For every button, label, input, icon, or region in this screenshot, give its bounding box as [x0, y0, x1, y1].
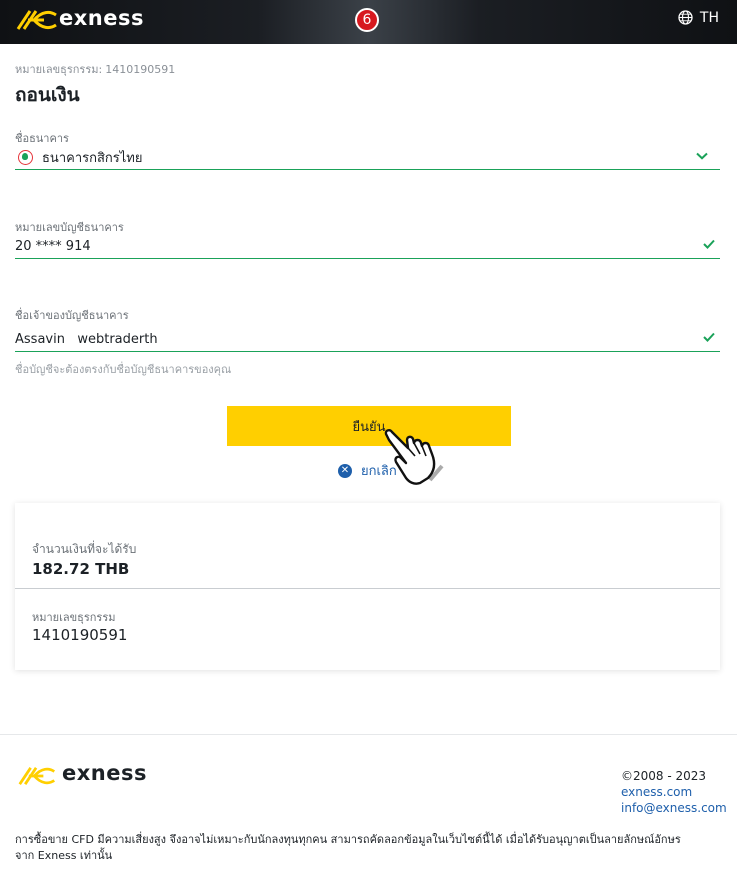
- bank-name-select[interactable]: ธนาคารกสิกรไทย: [15, 145, 720, 170]
- footer-divider: [0, 734, 737, 735]
- account-holder-value: Assavin webtraderth: [15, 331, 158, 347]
- transaction-id-value: 1410190591: [32, 626, 128, 644]
- account-number-value: 20 **** 914: [15, 238, 91, 254]
- email-link[interactable]: info@exness.com: [621, 800, 727, 816]
- footer-logo-text[interactable]: exness: [62, 761, 147, 785]
- amount-to-receive-label: จำนวนเงินที่จะได้รับ: [32, 542, 137, 556]
- language-selector[interactable]: TH: [678, 10, 719, 26]
- page-title: ถอนเงิน: [15, 84, 80, 106]
- exness-logo-mark-icon: [16, 10, 57, 30]
- transaction-caption: หมายเลขธุรกรรม: 1410190591: [15, 60, 175, 78]
- check-icon: [703, 332, 715, 342]
- transaction-caption-id: 1410190591: [105, 63, 176, 76]
- language-code: TH: [699, 10, 719, 26]
- exness-logo-text[interactable]: exness: [59, 6, 144, 30]
- bank-name-value: ธนาคารกสิกรไทย: [42, 150, 143, 166]
- kasikorn-bank-logo-icon: [18, 149, 33, 165]
- account-number-input[interactable]: 20 **** 914: [15, 234, 720, 259]
- transaction-caption-label: หมายเลขธุรกรรม:: [15, 63, 103, 76]
- check-icon: [703, 239, 715, 249]
- site-link[interactable]: exness.com: [621, 784, 727, 800]
- summary-card: จำนวนเงินที่จะได้รับ 182.72 THB หมายเลขธ…: [15, 503, 720, 670]
- exness-logo-mark-icon: [18, 767, 56, 785]
- amount-to-receive-value: 182.72 THB: [32, 560, 130, 578]
- account-holder-label: ชื่อเจ้าของบัญชีธนาคาร: [15, 309, 129, 322]
- hand-pointer-cursor-icon: [384, 429, 444, 485]
- top-header: exness 6 TH: [0, 0, 737, 44]
- footer-contact: ©2008 - 2023 exness.com info@exness.com: [621, 768, 727, 816]
- transaction-id-label: หมายเลขธุรกรรม: [32, 611, 116, 624]
- disclaimer-line-2: จาก Exness เท่านั้น: [15, 849, 113, 862]
- account-name-hint: ชื่อบัญชีจะต้องตรงกับชื่อบัญชีธนาคารของค…: [15, 363, 232, 376]
- step-number-badge: 6: [355, 8, 379, 32]
- summary-divider: [15, 588, 720, 589]
- account-holder-input[interactable]: Assavin webtraderth: [15, 327, 720, 352]
- confirm-button[interactable]: ยืนยัน: [227, 406, 511, 446]
- close-circle-icon: ✕: [338, 463, 352, 478]
- disclaimer-line-1: การซื้อขาย CFD มีความเสี่ยงสูง จึงอาจไม่…: [15, 833, 681, 846]
- chevron-down-icon[interactable]: [696, 152, 708, 160]
- globe-icon: [678, 10, 693, 25]
- copyright-text: ©2008 - 2023: [621, 769, 707, 783]
- risk-disclaimer: การซื้อขาย CFD มีความเสี่ยงสูง จึงอาจไม่…: [15, 832, 715, 864]
